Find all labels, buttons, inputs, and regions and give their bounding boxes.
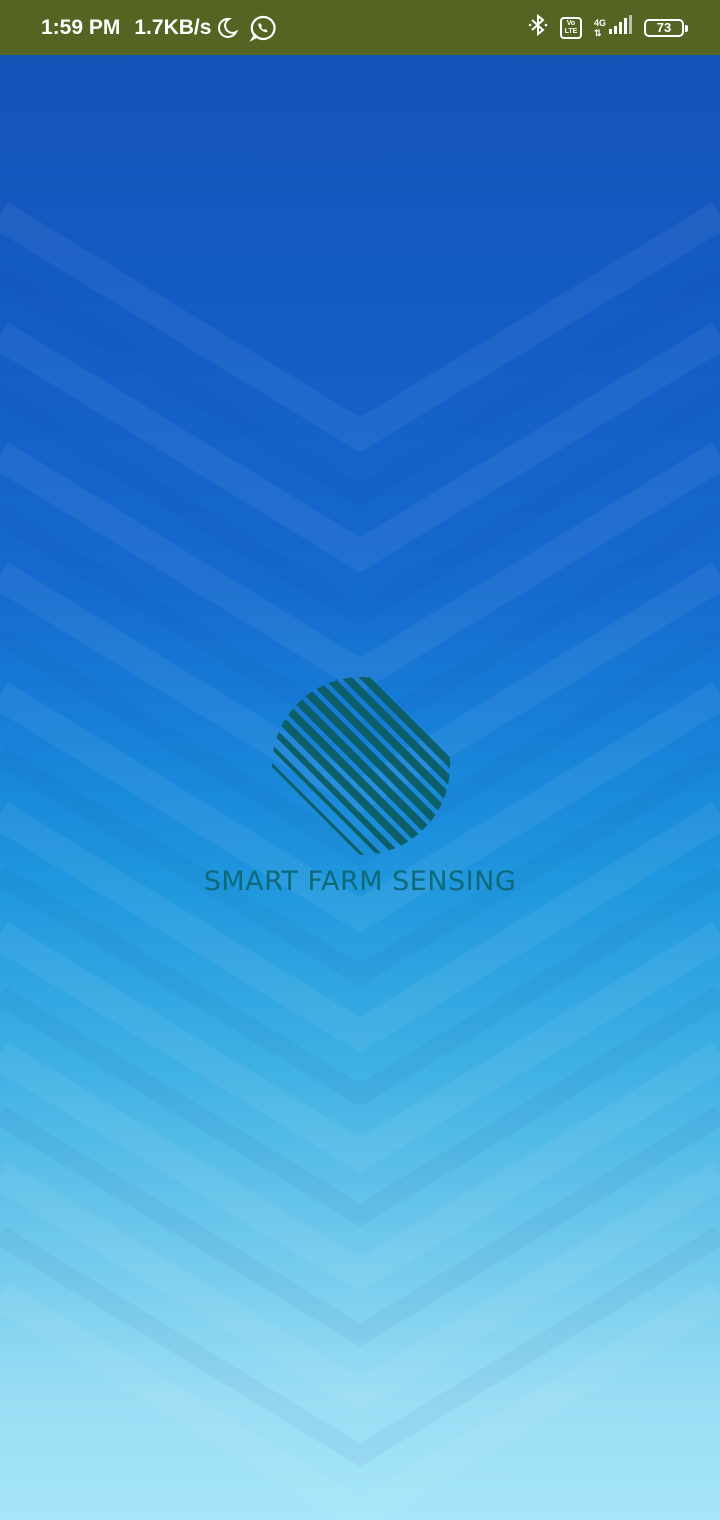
volte-bottom-label: LTE (564, 27, 578, 35)
volte-top-label: Vo (566, 19, 576, 27)
smart-farm-logo-icon (272, 677, 450, 855)
signal-icon (608, 14, 632, 41)
whatsapp-icon (249, 14, 277, 42)
status-time: 1:59 PM (41, 15, 121, 39)
status-bar: 1:59 PM 1.7KB/s Vo LTE 4G ⇅ 73 (0, 0, 720, 55)
bluetooth-icon (528, 13, 548, 42)
network-type-label: 4G (593, 17, 606, 28)
status-net-speed: 1.7KB/s (134, 15, 212, 39)
status-left: 1:59 PM 1.7KB/s (41, 0, 277, 55)
status-right: Vo LTE 4G ⇅ 73 (528, 0, 688, 55)
volte-icon: Vo LTE (559, 16, 582, 39)
brand-name: SMART FARM SENSING (203, 866, 517, 897)
data-arrows-icon: ⇅ (593, 27, 602, 38)
battery-icon: 73 (644, 18, 688, 37)
splash-screen: 1:59 PM 1.7KB/s Vo LTE 4G ⇅ 73 SMART FAR… (0, 0, 720, 1520)
battery-level: 73 (656, 20, 672, 35)
network-type: 4G ⇅ (594, 18, 606, 38)
moon-icon (215, 16, 239, 40)
